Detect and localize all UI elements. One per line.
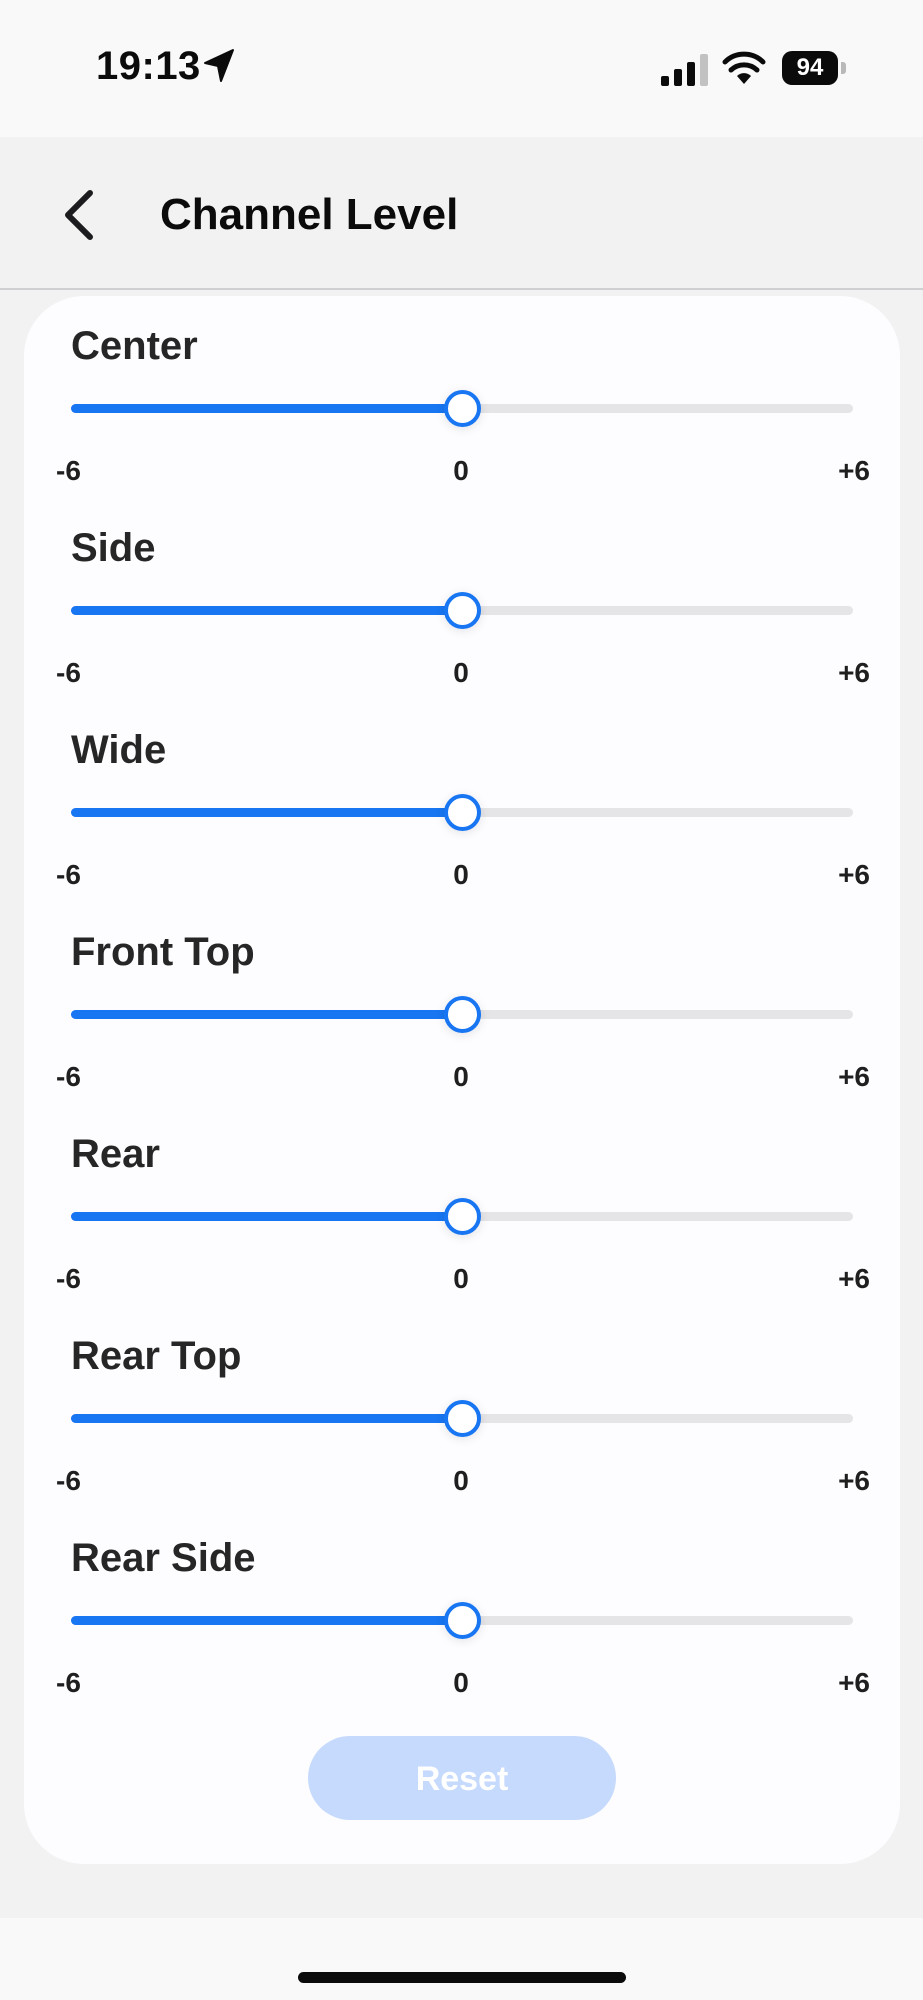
tick-min-label: -6 [56,657,81,688]
tick-min-label: -6 [56,1061,81,1092]
page-title: Channel Level [160,190,459,239]
slider-label: Wide [71,728,167,772]
slider-track-wide[interactable] [71,794,853,831]
slider-group-rear-side: Rear Side -6 0 +6 [24,1508,900,1710]
tick-max-label: +6 [838,1465,870,1496]
tick-max-label: +6 [838,455,870,486]
slider-group-center: Center -6 0 +6 [24,296,900,498]
tick-mid-label: 0 [453,1061,469,1092]
slider-group-side: Side -6 0 +6 [24,498,900,700]
tick-mid-label: 0 [453,1263,469,1294]
slider-label: Rear Side [71,1536,256,1580]
location-arrow-icon [204,49,234,82]
tick-max-label: +6 [838,1263,870,1294]
tick-max-label: +6 [838,859,870,890]
tick-min-label: -6 [56,1465,81,1496]
slider-thumb[interactable] [444,794,481,831]
home-indicator[interactable] [298,1972,626,1983]
slider-fill [71,808,462,817]
slider-track-rear[interactable] [71,1198,853,1235]
tick-min-label: -6 [56,1667,81,1698]
slider-label: Side [71,526,156,570]
slider-thumb[interactable] [444,390,481,427]
back-button[interactable] [56,185,104,245]
slider-thumb[interactable] [444,1198,481,1235]
slider-fill [71,404,462,413]
nav-bar: Channel Level [0,137,923,290]
slider-group-wide: Wide -6 0 +6 [24,700,900,902]
slider-label: Center [71,324,198,368]
battery-level: 94 [782,51,838,85]
slider-thumb[interactable] [444,996,481,1033]
slider-label: Rear Top [71,1334,242,1378]
battery-icon: 94 [782,51,846,85]
battery-cap [841,62,846,74]
tick-max-label: +6 [838,657,870,688]
tick-max-label: +6 [838,1667,870,1698]
status-bar: 19:13 94 [0,0,923,137]
cellular-signal-icon [661,54,708,86]
slider-label: Front Top [71,930,255,974]
tick-mid-label: 0 [453,455,469,486]
slider-group-front-top: Front Top -6 0 +6 [24,902,900,1104]
tick-min-label: -6 [56,1263,81,1294]
slider-group-rear-top: Rear Top -6 0 +6 [24,1306,900,1508]
reset-button[interactable]: Reset [308,1736,616,1820]
status-time: 19:13 [96,44,201,88]
channel-level-card: Center -6 0 +6 Side -6 0 +6 Wide -6 0 +6 Front Top -6… [24,296,900,1864]
slider-thumb[interactable] [444,592,481,629]
tick-max-label: +6 [838,1061,870,1092]
slider-track-rear-top[interactable] [71,1400,853,1437]
slider-fill [71,1212,462,1221]
slider-fill [71,1010,462,1019]
slider-fill [71,1414,462,1423]
bottom-bar [0,1918,923,2000]
tick-mid-label: 0 [453,1465,469,1496]
tick-min-label: -6 [56,455,81,486]
chevron-left-icon [65,190,93,240]
slider-track-rear-side[interactable] [71,1602,853,1639]
wifi-icon [722,51,766,84]
tick-mid-label: 0 [453,657,469,688]
tick-mid-label: 0 [453,1667,469,1698]
slider-fill [71,1616,462,1625]
slider-thumb[interactable] [444,1602,481,1639]
tick-mid-label: 0 [453,859,469,890]
slider-thumb[interactable] [444,1400,481,1437]
slider-track-center[interactable] [71,390,853,427]
slider-track-side[interactable] [71,592,853,629]
slider-fill [71,606,462,615]
slider-track-front-top[interactable] [71,996,853,1033]
tick-min-label: -6 [56,859,81,890]
slider-group-rear: Rear -6 0 +6 [24,1104,900,1306]
slider-label: Rear [71,1132,160,1176]
